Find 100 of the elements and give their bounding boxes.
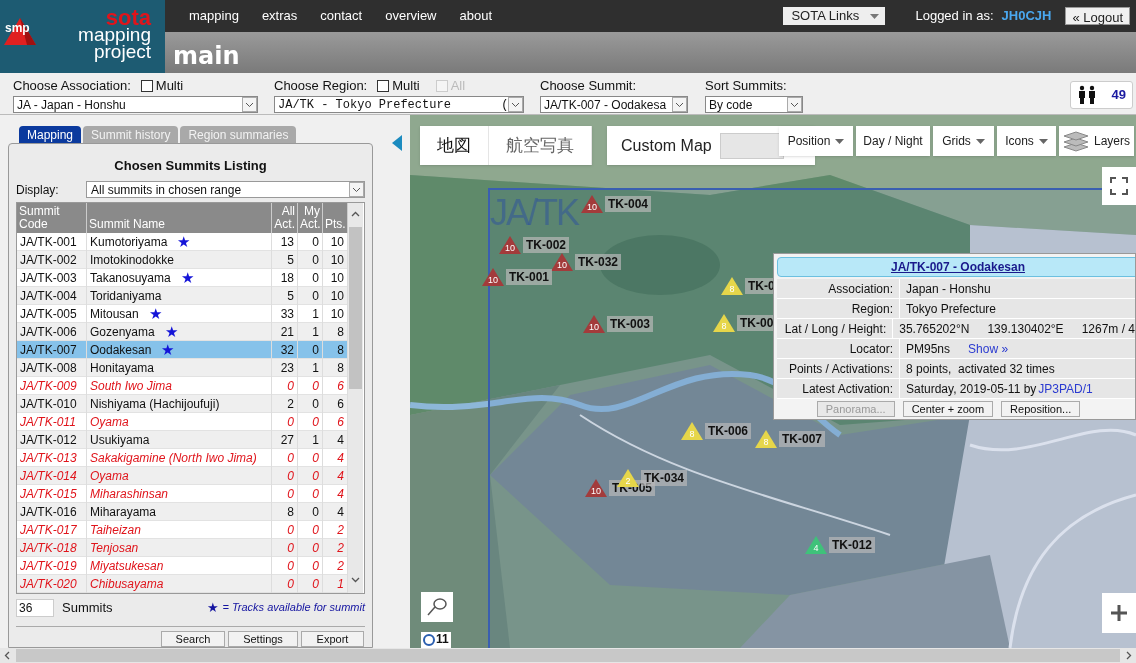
summit-marker[interactable]: 10	[499, 236, 521, 254]
table-row[interactable]: JA/TK-010 Nishiyama (Hachijoufuji) 2 0 6	[17, 395, 348, 413]
table-cell-text: JA/TK-012	[20, 431, 77, 449]
summit-marker[interactable]: 10	[551, 253, 573, 271]
marker-label: TK-002	[523, 237, 569, 253]
table-row[interactable]: JA/TK-004 Toridaniyama 5 0 10	[17, 287, 348, 305]
fullscreen-button[interactable]	[1102, 167, 1136, 205]
table-cell-text: JA/TK-017	[20, 521, 77, 539]
nav-link[interactable]: overview	[385, 6, 437, 26]
table-cell-text: Toridaniyama	[90, 287, 162, 305]
summit-marker[interactable]: 10	[581, 195, 603, 213]
scroll-down-icon[interactable]	[351, 577, 360, 583]
logout-button[interactable]: « Logout	[1065, 7, 1130, 25]
table-cell-text: JA/TK-016	[20, 503, 77, 521]
table-cell-text: 10	[330, 269, 344, 287]
map-type-button[interactable]: 地図	[420, 126, 489, 165]
scroll-left-icon[interactable]	[4, 651, 10, 660]
table-row[interactable]: JA/TK-012 Usukiyama 27 1 4	[17, 431, 348, 449]
select-field[interactable]: All summits in chosen range	[86, 181, 365, 198]
table-cell-text: 0	[287, 467, 294, 485]
nav-link[interactable]: extras	[261, 6, 298, 26]
table-row[interactable]: JA/TK-011 Oyama 0 0 6	[17, 413, 348, 431]
scroll-right-icon[interactable]	[1126, 651, 1132, 660]
select-field[interactable]: By code	[705, 96, 803, 113]
table-row[interactable]: JA/TK-013 Sakakigamine (North Iwo Jima) 0 0 4	[17, 449, 348, 467]
table-cell-text: JA/TK-011	[20, 413, 76, 431]
table-cell-text: 0	[312, 395, 319, 413]
chevron-icon	[672, 97, 687, 112]
panel-button[interactable]: Settings	[228, 631, 298, 647]
scroll-thumb[interactable]	[349, 227, 362, 389]
table-cell-text: 0	[312, 575, 319, 593]
field-label: Sort Summits:	[705, 77, 787, 96]
popup-button[interactable]: Reposition...	[1001, 401, 1081, 417]
table-row[interactable]: JA/TK-006 Gozenyama ★ 21 1 8	[17, 323, 348, 341]
links-dropdown[interactable]: SOTA Links	[783, 7, 886, 25]
map-control-button[interactable]: Day / Night	[856, 126, 930, 156]
table-cell-text: 18	[280, 269, 294, 287]
custom-map-field[interactable]	[719, 132, 784, 159]
table-cell-text: 4	[337, 467, 344, 485]
nav-link[interactable]: mapping	[189, 6, 239, 26]
measure-button[interactable]	[421, 592, 453, 622]
table-row[interactable]: JA/TK-016 Miharayama 8 0 4	[17, 503, 348, 521]
tab[interactable]: Mapping	[19, 126, 82, 143]
link[interactable]: Show »	[968, 339, 1009, 358]
table-cell-text: Kumotoriyama	[90, 233, 168, 251]
summit-marker[interactable]: 10	[583, 315, 605, 333]
table-row[interactable]: JA/TK-014 Oyama 0 0 4	[17, 467, 348, 485]
table-cell-text: 10	[330, 233, 344, 251]
panel-title: Chosen Summits Listing	[113, 157, 268, 172]
field-label: Region:	[851, 300, 893, 318]
table-cell-text: 2	[337, 539, 344, 557]
select-field[interactable]: JA/TK-007 - Oodakesa	[540, 96, 688, 113]
table-row[interactable]: JA/TK-003 Takanosuyama ★ 18 0 10	[17, 269, 348, 287]
table-row[interactable]: JA/TK-008 Honitayama 23 1 8	[17, 359, 348, 377]
table-row[interactable]: JA/TK-009 South Iwo Jima 0 0 6	[17, 377, 348, 395]
field-value: PM95ns	[906, 340, 951, 358]
table-row[interactable]: JA/TK-018 Tenjosan 0 0 2	[17, 539, 348, 557]
map-control-button[interactable]: Position	[779, 126, 853, 156]
map-type-button[interactable]: 航空写真	[489, 126, 592, 165]
online-counter[interactable]: 49	[1070, 81, 1133, 109]
checkbox[interactable]	[377, 80, 390, 92]
marker-label: TK-034	[641, 470, 687, 486]
nav-link[interactable]: contact	[320, 6, 363, 26]
table-cell-text: 0	[287, 521, 294, 539]
link[interactable]: JP3PAD/1	[1038, 379, 1093, 398]
panel-button[interactable]: Search	[161, 631, 225, 647]
checkbox-label: Multi	[392, 77, 420, 96]
table-row[interactable]: JA/TK-007 Oodakesan ★ 32 0 8	[17, 341, 348, 359]
map-control-button[interactable]: Grids	[933, 126, 994, 156]
table-cell-text: 0	[312, 521, 319, 539]
table-row[interactable]: JA/TK-020 Chibusayama 0 0 1	[17, 575, 348, 593]
popup-button[interactable]: Center + zoom	[902, 401, 994, 417]
select-field[interactable]: JA/TK - Tokyo Prefecture (	[274, 96, 524, 113]
table-row[interactable]: JA/TK-015 Miharashinsan 0 0 4	[17, 485, 348, 503]
select-field[interactable]: JA - Japan - Honshu	[13, 96, 258, 113]
scroll-thumb[interactable]	[16, 649, 1120, 662]
map-control-button[interactable]: Layers	[1059, 126, 1134, 156]
zoom-in-button[interactable]	[1102, 593, 1136, 633]
table-row[interactable]: JA/TK-002 Imotokinodokke 5 0 10	[17, 251, 348, 269]
collapse-icon[interactable]	[391, 135, 402, 151]
table-row[interactable]: JA/TK-017 Taiheizan 0 0 2	[17, 521, 348, 539]
summit-marker[interactable]: 10	[585, 479, 607, 497]
scrollbar[interactable]	[0, 648, 1136, 663]
summit-marker[interactable]: 10	[482, 268, 504, 286]
panel-button[interactable]: Export	[301, 631, 364, 647]
table-row[interactable]: JA/TK-001 Kumotoriyama ★ 13 0 10	[17, 233, 348, 251]
marker-label: TK-007	[779, 431, 825, 447]
table-row[interactable]: JA/TK-005 Mitousan ★ 33 1 10	[17, 305, 348, 323]
count-field[interactable]: 36	[16, 598, 54, 617]
scroll-up-icon[interactable]	[351, 211, 360, 217]
username-link[interactable]: JH0CJH	[1001, 6, 1052, 26]
checkbox[interactable]	[140, 80, 153, 92]
table-cell-text: 0	[312, 377, 319, 395]
scrollbar[interactable]	[348, 203, 363, 593]
table-row[interactable]: JA/TK-019 Miyatsukesan 0 0 2	[17, 557, 348, 575]
field-label: Choose Association:	[13, 77, 131, 96]
map-control-button[interactable]: Icons	[997, 126, 1056, 156]
table-cell-text: 0	[312, 539, 319, 557]
table-cell-text: Taiheizan	[90, 521, 141, 539]
nav-link[interactable]: about	[459, 6, 493, 26]
